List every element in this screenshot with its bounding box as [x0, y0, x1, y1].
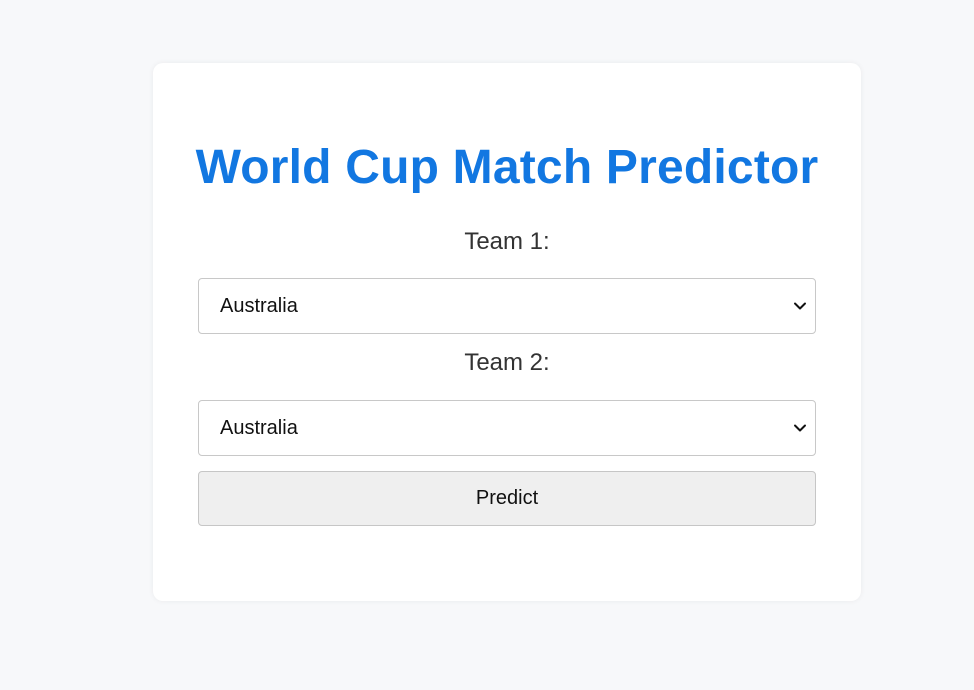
- chevron-down-icon: [794, 302, 806, 310]
- chevron-down-icon: [794, 424, 806, 432]
- team1-label: Team 1:: [464, 228, 550, 255]
- team2-selected-value: Australia: [220, 417, 298, 439]
- page-title: World Cup Match Predictor: [195, 141, 819, 194]
- predict-button[interactable]: Predict: [198, 471, 816, 526]
- team2-select[interactable]: Australia: [198, 400, 816, 456]
- team1-select[interactable]: Australia: [198, 278, 816, 334]
- team2-label: Team 2:: [464, 349, 550, 376]
- predictor-card: World Cup Match Predictor Team 1: Austra…: [153, 63, 861, 601]
- team1-selected-value: Australia: [220, 295, 298, 317]
